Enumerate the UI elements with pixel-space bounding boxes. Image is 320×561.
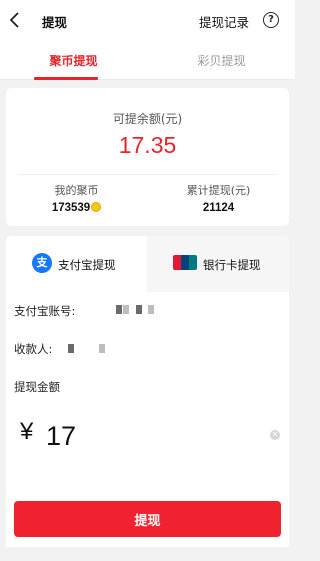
available-balance-label: 可提余额(元): [112, 112, 183, 126]
payee-label: 收款人:: [14, 342, 53, 356]
page-title: 提现: [42, 15, 68, 30]
withdraw-records-link[interactable]: 提现记录: [199, 12, 249, 31]
help-icon[interactable]: ?: [263, 12, 279, 28]
clear-icon[interactable]: ✕: [270, 430, 280, 440]
withdraw-method-tabs: 支 支付宝提现 银行卡提现: [6, 236, 289, 292]
alipay-account-label: 支付宝账号:: [14, 304, 76, 318]
withdraw-submit-button[interactable]: 提现: [14, 501, 281, 537]
amount-input[interactable]: [46, 418, 246, 454]
back-arrow-icon[interactable]: [6, 10, 26, 30]
withdraw-form-card: 支 支付宝提现 银行卡提现 支付宝账号: 收款人: 提现金额 ¥ ✕ 提现: [6, 236, 289, 547]
unionpay-icon: [173, 255, 197, 270]
my-coins-label: 我的聚币: [54, 184, 99, 197]
tab-bank-card-withdraw[interactable]: 银行卡提现: [148, 236, 289, 292]
bank-card-withdraw-label: 银行卡提现: [203, 258, 261, 272]
total-withdrawn-label: 累计提现(元): [186, 184, 251, 197]
currency-symbol: ¥: [20, 418, 34, 445]
active-tab-indicator: [34, 77, 98, 80]
total-withdrawn-value: 21124: [202, 202, 235, 214]
available-balance-value: 17.35: [118, 132, 177, 158]
tab-coin-withdraw[interactable]: 聚币提现: [0, 40, 147, 80]
amount-row: ¥ ✕: [14, 418, 284, 458]
my-coins-number: 173539: [51, 202, 91, 214]
alipay-icon: 支: [32, 253, 52, 273]
my-coins-value: 173539: [6, 202, 147, 214]
divider: [18, 174, 277, 175]
coin-icon: [91, 202, 102, 212]
top-nav-bar: 提现 提现记录 ?: [0, 0, 295, 40]
amount-label: 提现金额: [14, 380, 60, 394]
alipay-withdraw-label: 支付宝提现: [58, 258, 116, 272]
withdraw-type-tabs: 聚币提现 彩贝提现: [0, 40, 295, 80]
balance-card: 可提余额(元) 17.35 我的聚币 173539 累计提现(元) 21124: [6, 88, 289, 226]
tab-caibei-withdraw[interactable]: 彩贝提现: [148, 40, 295, 80]
tab-alipay-withdraw[interactable]: 支 支付宝提现: [6, 236, 147, 292]
